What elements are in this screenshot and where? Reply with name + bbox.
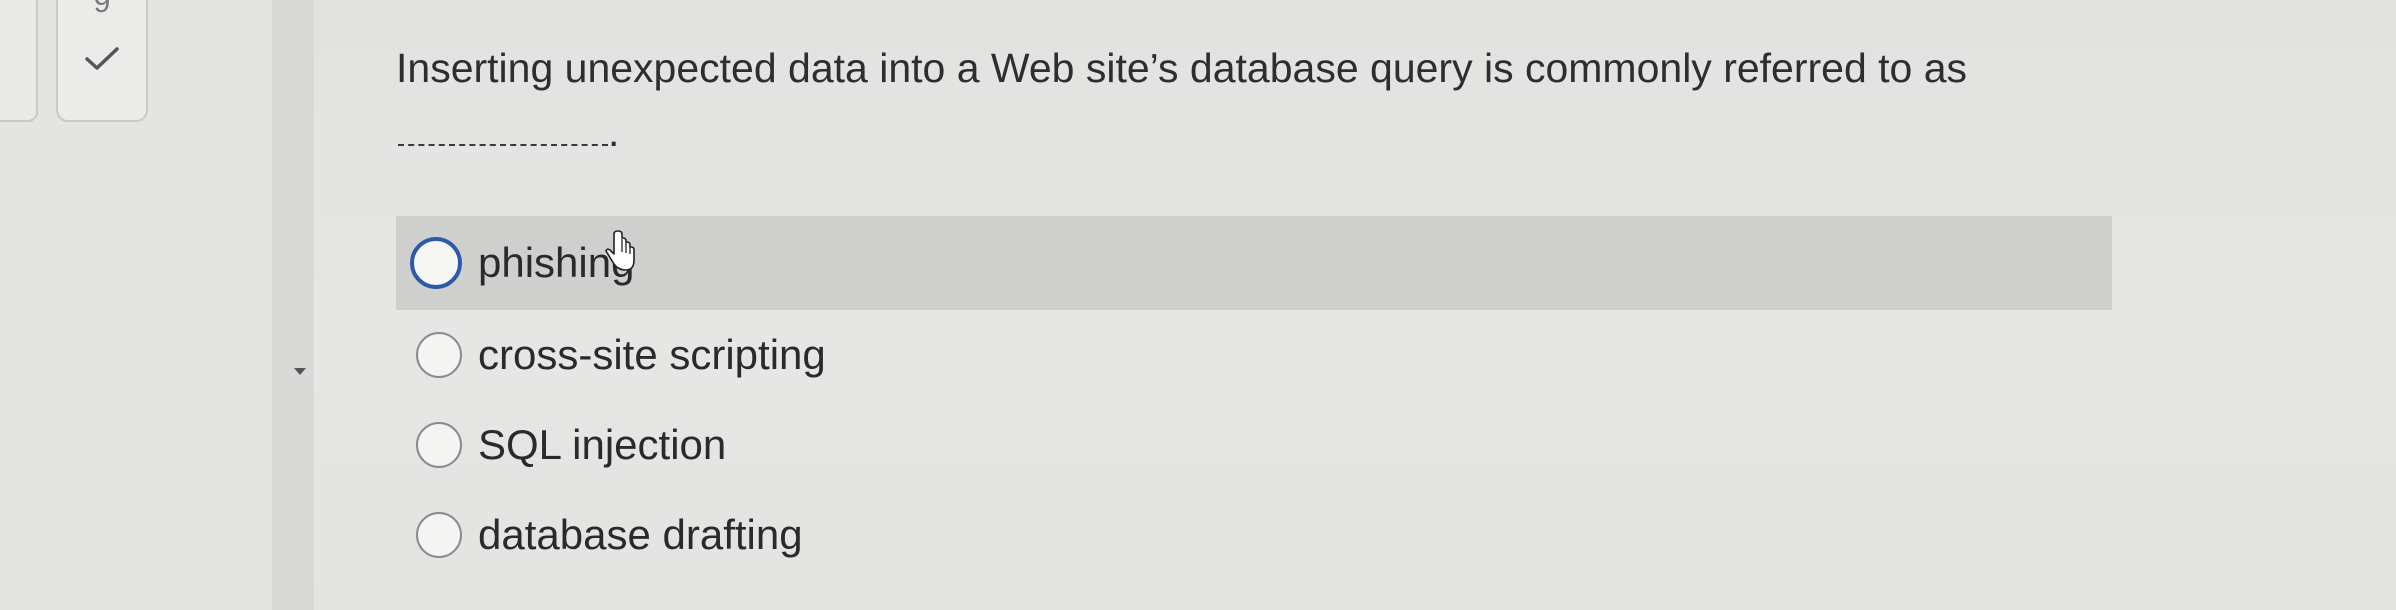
radio-button[interactable] [416,332,462,378]
radio-button[interactable] [410,237,462,289]
question-nav-strip: 9 [0,0,272,610]
question-prompt: Inserting unexpected data into a Web sit… [396,45,1968,91]
answer-options: phishing cross-site scripting SQL inject… [396,216,2112,580]
question-nav-tile-current[interactable]: 9 [56,0,148,122]
option-label: SQL injection [478,421,727,468]
radio-button[interactable] [416,422,462,468]
question-nav-number: 9 [93,0,111,19]
sidebar-divider [272,0,314,610]
option-sql-injection[interactable]: SQL injection [396,400,2112,490]
radio-button[interactable] [416,512,462,558]
question-text: Inserting unexpected data into a Web sit… [396,36,2116,164]
option-phishing[interactable]: phishing [396,216,2112,310]
option-label: database drafting [478,511,803,558]
caret-down-icon[interactable] [294,368,306,375]
question-block: Inserting unexpected data into a Web sit… [396,36,2116,164]
question-nav-tile-previous[interactable] [0,0,38,122]
option-database-drafting[interactable]: database drafting [396,490,2112,580]
answer-blank [398,114,608,146]
hand-pointer-icon [605,230,635,271]
question-end-punctuation: . [608,109,620,155]
option-cross-site-scripting[interactable]: cross-site scripting [396,310,2112,400]
option-label: cross-site scripting [478,331,826,378]
check-icon [85,47,119,70]
